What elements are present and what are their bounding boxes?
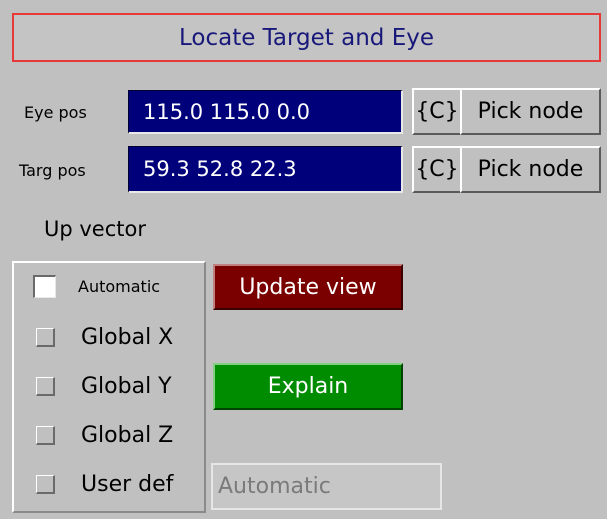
explain-button[interactable]: Explain (213, 363, 403, 410)
user-def-vector-field[interactable]: Automatic (211, 463, 442, 510)
option-label: User def (81, 471, 174, 497)
eye-pos-label: Eye pos (24, 103, 87, 122)
checkbox-global-z[interactable] (36, 425, 55, 445)
targ-pos-c-button[interactable]: {C} (412, 146, 462, 193)
up-vector-option-global-z[interactable]: Global Z (36, 421, 201, 449)
targ-pos-field[interactable]: 59.3 52.8 22.3 (128, 146, 403, 193)
panel-title: Locate Target and Eye (12, 13, 601, 62)
targ-pos-pick-node-button[interactable]: Pick node (460, 146, 601, 193)
eye-pos-pick-node-button[interactable]: Pick node (460, 88, 601, 135)
checkbox-user-def[interactable] (36, 474, 55, 494)
up-vector-option-automatic[interactable]: Automatic (33, 273, 193, 299)
targ-pos-label: Targ pos (19, 161, 86, 180)
up-vector-option-global-y[interactable]: Global Y (36, 372, 201, 400)
option-label: Automatic (78, 276, 161, 296)
up-vector-label: Up vector (44, 217, 146, 241)
up-vector-option-user-def[interactable]: User def (36, 470, 201, 498)
option-label: Global Z (81, 422, 174, 448)
up-vector-option-global-x[interactable]: Global X (36, 323, 201, 351)
checkbox-global-y[interactable] (36, 376, 55, 396)
option-label: Global Y (81, 373, 172, 399)
eye-pos-c-button[interactable]: {C} (412, 88, 462, 135)
update-view-button[interactable]: Update view (213, 264, 403, 310)
checkbox-global-x[interactable] (36, 327, 55, 347)
option-label: Global X (81, 324, 174, 350)
checkbox-automatic[interactable] (33, 274, 56, 298)
eye-pos-field[interactable]: 115.0 115.0 0.0 (128, 90, 403, 134)
